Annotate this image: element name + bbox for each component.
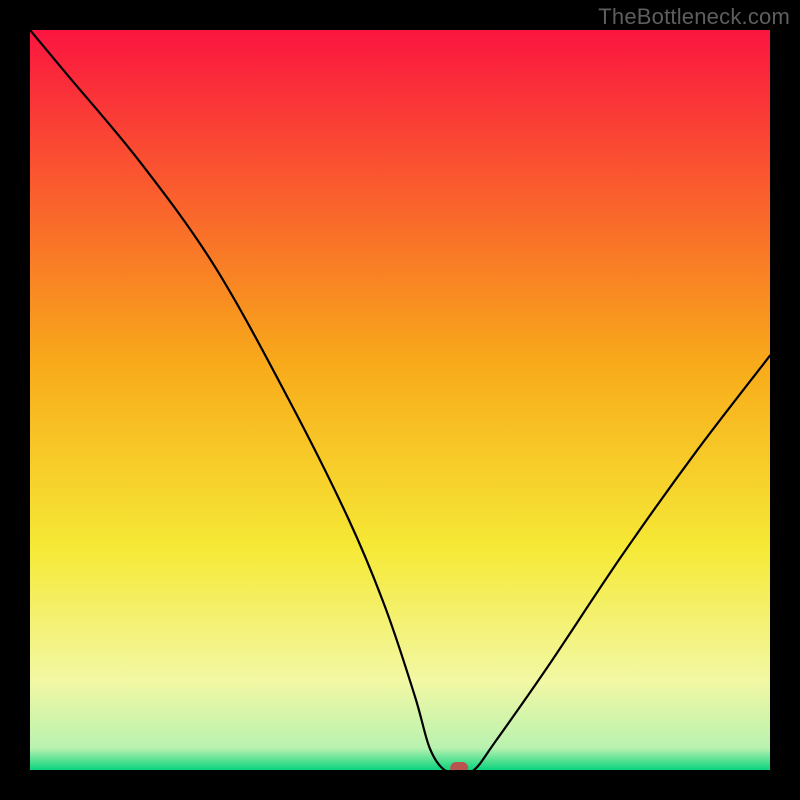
chart-frame: TheBottleneck.com [0, 0, 800, 800]
bottleneck-chart [30, 30, 770, 770]
gradient-background [30, 30, 770, 770]
plot-area [30, 30, 770, 770]
optimal-marker [450, 762, 468, 770]
watermark-text: TheBottleneck.com [598, 4, 790, 30]
